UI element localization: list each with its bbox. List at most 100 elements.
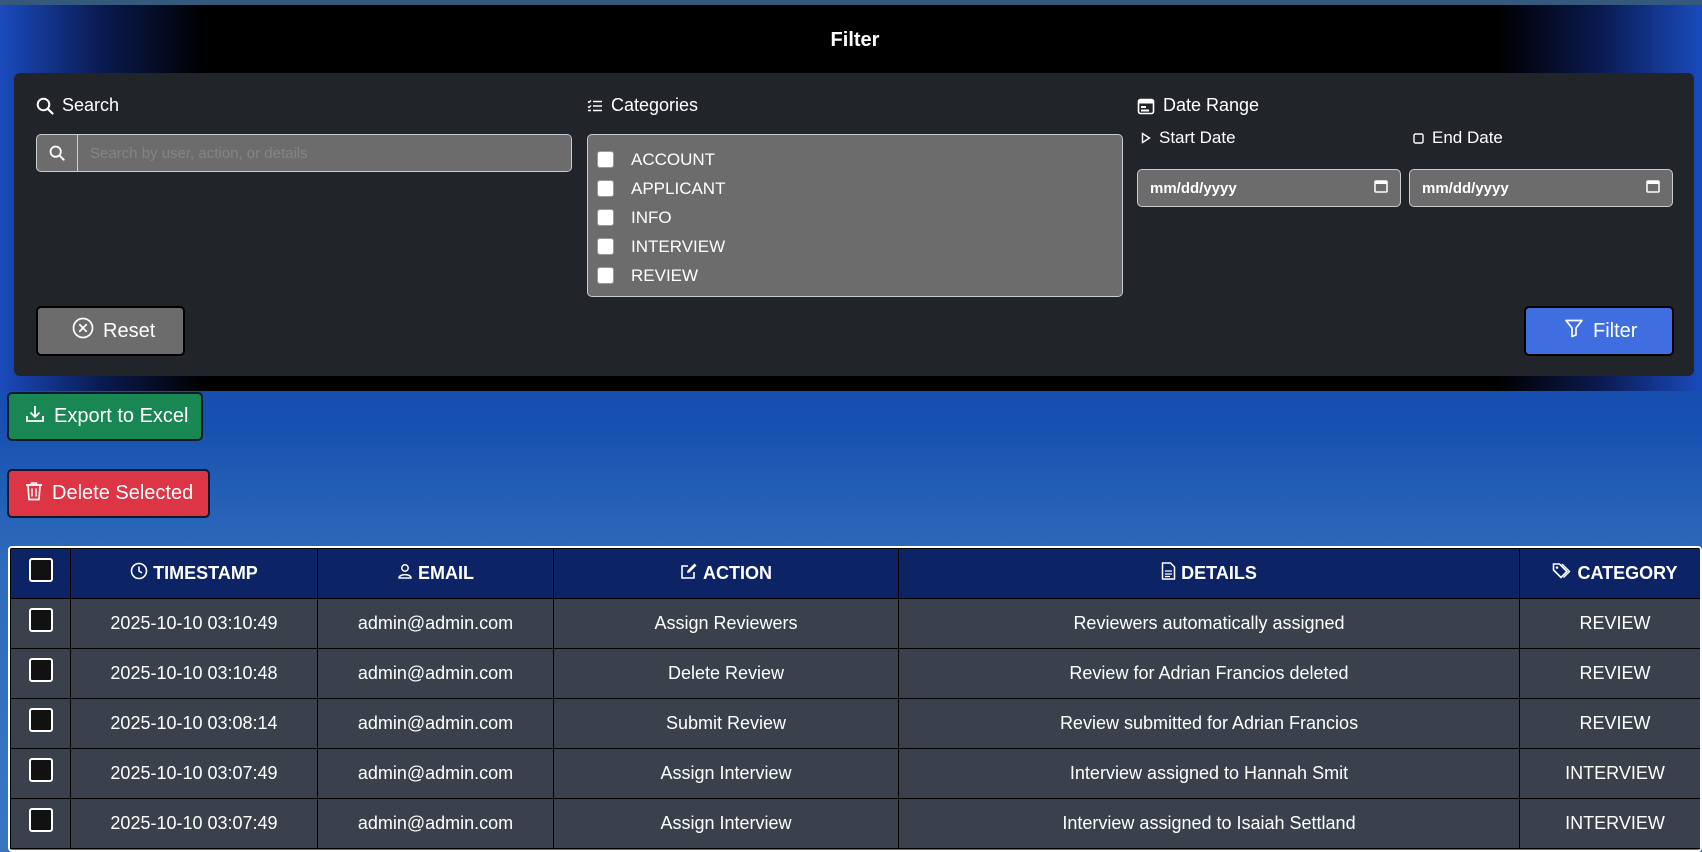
timestamp-cell: 2025-10-10 03:07:49 (70, 798, 318, 849)
category-checkbox[interactable] (597, 267, 614, 284)
action-cell: Delete Review (553, 648, 899, 699)
search-input[interactable] (78, 135, 571, 171)
reset-button[interactable]: Reset (36, 306, 185, 356)
circle-x-icon (72, 317, 94, 345)
search-group (36, 134, 572, 172)
end-date-input[interactable]: mm/dd/yyyy (1409, 169, 1673, 207)
table-row: 2025-10-10 03:07:49 admin@admin.com Assi… (10, 798, 1700, 849)
category-cell: INTERVIEW (1519, 798, 1700, 849)
details-cell: Interview assigned to Isaiah Settland (898, 798, 1520, 849)
calendar-picker-icon[interactable] (1646, 179, 1660, 197)
category-cell: REVIEW (1519, 598, 1700, 649)
details-cell: Review submitted for Adrian Francios (898, 698, 1520, 749)
categories-list: ACCOUNT APPLICANT INFO INTERVIEW REVIEW (587, 134, 1123, 297)
row-select-cell (10, 798, 71, 849)
table-row: 2025-10-10 03:07:49 admin@admin.com Assi… (10, 748, 1700, 799)
export-excel-label: Export to Excel (54, 405, 189, 427)
reset-button-label: Reset (103, 319, 156, 342)
header-category-label: CATEGORY (1577, 563, 1678, 583)
timestamp-cell: 2025-10-10 03:10:48 (70, 648, 318, 699)
category-option-account[interactable]: ACCOUNT (597, 145, 1122, 174)
row-checkbox[interactable] (28, 708, 53, 733)
details-cell: Review for Adrian Francios deleted (898, 648, 1520, 699)
row-select-cell (10, 698, 71, 749)
document-icon (1161, 562, 1176, 585)
header-category[interactable]: CATEGORY (1519, 548, 1700, 599)
header-action[interactable]: ACTION (553, 548, 899, 599)
category-checkbox[interactable] (597, 238, 614, 255)
category-label: REVIEW (631, 265, 699, 285)
row-checkbox[interactable] (28, 658, 53, 683)
select-all-checkbox[interactable] (28, 558, 53, 583)
stop-icon (1413, 132, 1424, 144)
header-details[interactable]: DETAILS (898, 548, 1520, 599)
category-checkbox[interactable] (597, 151, 614, 168)
person-icon (397, 563, 413, 584)
header-timestamp-label: TIMESTAMP (153, 563, 258, 583)
categories-label-text: Categories (611, 95, 699, 115)
category-label: APPLICANT (631, 178, 726, 198)
table-header-row: TIMESTAMP EMAIL ACTION DETAILS CATEGORY (10, 548, 1700, 599)
category-option-info[interactable]: INFO (597, 203, 1122, 232)
activity-log-table-container: TIMESTAMP EMAIL ACTION DETAILS CATEGORY … (8, 546, 1702, 852)
category-label: INTERVIEW (631, 236, 726, 256)
end-date-label-text: End Date (1432, 128, 1503, 147)
category-cell: REVIEW (1519, 698, 1700, 749)
header-details-label: DETAILS (1181, 563, 1257, 583)
email-cell: admin@admin.com (317, 598, 554, 649)
start-date-value: mm/dd/yyyy (1150, 179, 1237, 197)
row-select-cell (10, 748, 71, 799)
row-checkbox[interactable] (28, 808, 53, 833)
timestamp-cell: 2025-10-10 03:10:49 (70, 598, 318, 649)
header-timestamp[interactable]: TIMESTAMP (70, 548, 318, 599)
select-all-header (10, 548, 71, 599)
category-label: INFO (631, 207, 672, 227)
header-email[interactable]: EMAIL (317, 548, 554, 599)
export-excel-button[interactable]: Export to Excel (7, 392, 203, 441)
details-cell: Reviewers automatically assigned (898, 598, 1520, 649)
email-cell: admin@admin.com (317, 798, 554, 849)
filter-section: Filter Search Categories ACCOUNT APPLICA… (0, 5, 1702, 391)
timestamp-cell: 2025-10-10 03:08:14 (70, 698, 318, 749)
details-cell: Interview assigned to Hannah Smit (898, 748, 1520, 799)
tags-icon (1552, 562, 1572, 585)
end-date-value: mm/dd/yyyy (1422, 179, 1509, 197)
delete-selected-button[interactable]: Delete Selected (7, 469, 210, 518)
action-cell: Assign Interview (553, 798, 899, 849)
row-checkbox[interactable] (28, 608, 53, 633)
category-cell: INTERVIEW (1519, 748, 1700, 799)
categories-label: Categories (587, 95, 698, 116)
start-date-input[interactable]: mm/dd/yyyy (1137, 169, 1401, 207)
download-icon (25, 404, 45, 430)
table-row: 2025-10-10 03:10:48 admin@admin.com Dele… (10, 648, 1700, 699)
filter-button[interactable]: Filter (1524, 306, 1674, 356)
search-addon-icon (37, 135, 78, 171)
category-label: ACCOUNT (631, 149, 716, 169)
category-checkbox[interactable] (597, 180, 614, 197)
search-label-text: Search (62, 95, 120, 115)
header-action-label: ACTION (703, 563, 772, 583)
delete-selected-label: Delete Selected (52, 482, 194, 504)
search-icon (36, 97, 54, 115)
date-range-label: Date Range (1137, 95, 1259, 116)
email-cell: admin@admin.com (317, 698, 554, 749)
category-checkbox[interactable] (597, 209, 614, 226)
row-checkbox[interactable] (28, 758, 53, 783)
filter-button-label: Filter (1593, 319, 1638, 342)
category-option-interview[interactable]: INTERVIEW (597, 232, 1122, 261)
action-cell: Submit Review (553, 698, 899, 749)
calendar-icon (1137, 97, 1155, 115)
table-row: 2025-10-10 03:10:49 admin@admin.com Assi… (10, 598, 1700, 649)
start-date-label: Start Date (1141, 128, 1236, 148)
edit-icon (680, 562, 698, 585)
filter-panel: Search Categories ACCOUNT APPLICANT INFO… (14, 73, 1694, 376)
category-option-review[interactable]: REVIEW (597, 261, 1122, 290)
calendar-picker-icon[interactable] (1374, 179, 1388, 197)
clock-icon (130, 562, 148, 585)
timestamp-cell: 2025-10-10 03:07:49 (70, 748, 318, 799)
list-icon (587, 99, 603, 113)
activity-log-table: TIMESTAMP EMAIL ACTION DETAILS CATEGORY … (10, 548, 1700, 849)
end-date-label: End Date (1413, 128, 1503, 148)
header-email-label: EMAIL (418, 563, 474, 583)
category-option-applicant[interactable]: APPLICANT (597, 174, 1122, 203)
